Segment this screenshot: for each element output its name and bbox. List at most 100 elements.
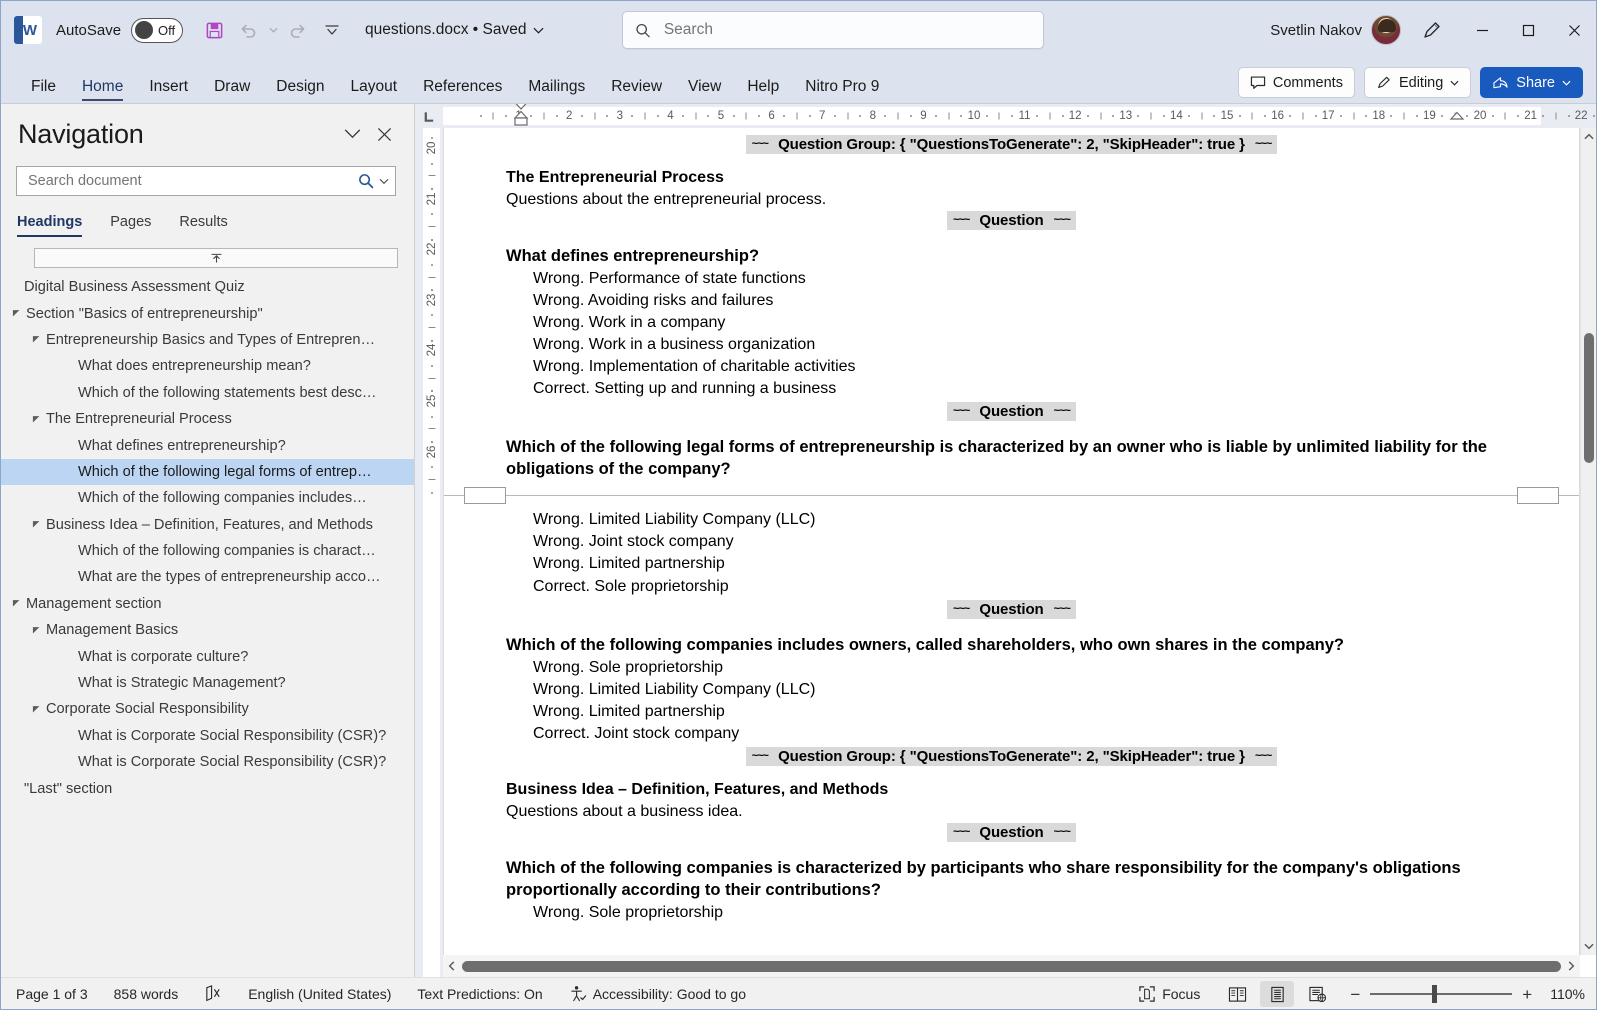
undo-button[interactable]	[231, 13, 265, 47]
print-layout-button[interactable]	[1260, 981, 1295, 1007]
question-text[interactable]: Which of the following companies is char…	[506, 858, 1517, 902]
nav-heading-item[interactable]: Section "Basics of entrepreneurship"	[0, 300, 414, 326]
document-page[interactable]: ~~~ Question Group: { "QuestionsToGenera…	[443, 128, 1580, 977]
expand-triangle-icon[interactable]	[12, 599, 21, 608]
answer-option[interactable]: Wrong. Sole proprietorship	[533, 657, 1517, 679]
group-heading[interactable]: Business Idea – Definition, Features, an…	[506, 781, 1517, 799]
right-indent-marker[interactable]	[1449, 111, 1465, 123]
tab-file[interactable]: File	[18, 78, 69, 104]
zoom-out-button[interactable]: −	[1350, 986, 1360, 1003]
tab-insert[interactable]: Insert	[136, 78, 201, 104]
expand-triangle-icon[interactable]	[32, 335, 41, 344]
nav-heading-item[interactable]: Management section	[0, 591, 414, 617]
navigation-search-input[interactable]	[26, 172, 358, 190]
nav-heading-item[interactable]: "Last" section	[0, 775, 414, 801]
tab-draw[interactable]: Draw	[201, 78, 263, 104]
navigation-scroll-up-box[interactable]	[34, 248, 398, 268]
horizontal-scrollbar[interactable]	[443, 955, 1580, 977]
question-marker[interactable]: ~~~ Question Group: { "QuestionsToGenera…	[506, 133, 1517, 156]
group-description[interactable]: Questions about a business idea.	[506, 803, 1517, 821]
ruler-track[interactable]: 1234567891011121314151617181920212223242…	[443, 104, 1595, 128]
nav-heading-item[interactable]: What does entrepreneurship mean?	[0, 353, 414, 379]
question-marker[interactable]: ~~~ Question ~~~	[506, 598, 1517, 621]
expand-triangle-icon[interactable]	[32, 705, 41, 714]
document-title[interactable]: questions.docx • Saved	[365, 21, 544, 39]
expand-collapse-toggle[interactable]	[8, 599, 24, 608]
scroll-left-arrow[interactable]	[443, 955, 460, 977]
horizontal-scrollbar-thumb[interactable]	[462, 960, 1561, 972]
tab-design[interactable]: Design	[263, 78, 337, 104]
answer-option[interactable]: Correct. Setting up and running a busine…	[533, 378, 1517, 400]
search-box[interactable]	[622, 11, 1044, 49]
proofing-status[interactable]	[204, 985, 222, 1003]
group-heading[interactable]: The Entrepreneurial Process	[506, 169, 1517, 187]
search-options-chevron-icon[interactable]	[379, 178, 389, 185]
answer-option[interactable]: Wrong. Joint stock company	[533, 531, 1517, 553]
tab-review[interactable]: Review	[598, 78, 675, 104]
question-marker[interactable]: ~~~ Question ~~~	[506, 400, 1517, 423]
answer-option[interactable]: Correct. Sole proprietorship	[533, 576, 1517, 598]
account-name[interactable]: Svetlin Nakov	[1270, 22, 1362, 39]
nav-heading-item[interactable]: Management Basics	[0, 617, 414, 643]
comments-button[interactable]: Comments	[1237, 67, 1355, 98]
nav-heading-item[interactable]: What is Corporate Social Responsibility …	[0, 749, 414, 775]
expand-collapse-toggle[interactable]	[28, 415, 44, 424]
document-text-content[interactable]: ~~~ Question Group: { "QuestionsToGenera…	[444, 128, 1579, 924]
first-line-indent-marker[interactable]	[513, 104, 529, 128]
read-mode-button[interactable]	[1220, 981, 1254, 1007]
nav-heading-item[interactable]: Which of the following companies include…	[0, 485, 414, 511]
answer-option[interactable]: Wrong. Work in a business organization	[533, 334, 1517, 356]
customize-quick-access-toolbar-button[interactable]	[315, 13, 349, 47]
word-count[interactable]: 858 words	[114, 986, 179, 1002]
document-scroll-viewport[interactable]: ~~~ Question Group: { "QuestionsToGenera…	[443, 128, 1597, 977]
answer-option[interactable]: Wrong. Avoiding risks and failures	[533, 290, 1517, 312]
zoom-level-label[interactable]: 110%	[1550, 986, 1585, 1002]
close-button[interactable]	[1551, 0, 1597, 60]
expand-triangle-icon[interactable]	[32, 520, 41, 529]
zoom-slider-knob[interactable]	[1432, 985, 1438, 1003]
tab-layout[interactable]: Layout	[338, 78, 411, 104]
nav-tab-pages[interactable]: Pages	[110, 214, 151, 237]
nav-heading-item[interactable]: What is Corporate Social Responsibility …	[0, 723, 414, 749]
minimize-button[interactable]	[1459, 0, 1505, 60]
focus-mode-button[interactable]: Focus	[1138, 985, 1200, 1003]
nav-heading-item[interactable]: What is corporate culture?	[0, 643, 414, 669]
expand-triangle-icon[interactable]	[32, 415, 41, 424]
vertical-scrollbar-thumb[interactable]	[1584, 333, 1594, 463]
nav-heading-item[interactable]: What is Strategic Management?	[0, 670, 414, 696]
autosave-toggle[interactable]: Off	[131, 17, 184, 43]
nav-heading-item[interactable]: Entrepreneurship Basics and Types of Ent…	[0, 327, 414, 353]
nav-heading-item[interactable]: Digital Business Assessment Quiz	[0, 274, 414, 300]
avatar[interactable]	[1371, 15, 1401, 45]
answer-option[interactable]: Wrong. Limited Liability Company (LLC)	[533, 509, 1517, 531]
search-icon[interactable]	[358, 173, 374, 189]
horizontal-ruler[interactable]: 1234567891011121314151617181920212223242…	[415, 104, 1597, 128]
answer-option[interactable]: Wrong. Limited Liability Company (LLC)	[533, 679, 1517, 701]
question-text[interactable]: Which of the following companies include…	[506, 635, 1517, 657]
search-input[interactable]	[661, 20, 1031, 40]
save-button[interactable]	[197, 13, 231, 47]
answer-option[interactable]: Correct. Joint stock company	[533, 723, 1517, 745]
nav-tab-results[interactable]: Results	[179, 214, 227, 237]
vertical-scrollbar[interactable]	[1580, 128, 1597, 955]
nav-heading-item[interactable]: Which of the following legal forms of en…	[0, 458, 414, 486]
tab-help[interactable]: Help	[734, 78, 792, 104]
question-marker[interactable]: ~~~ Question ~~~	[506, 209, 1517, 232]
tab-home[interactable]: Home	[69, 78, 136, 104]
nav-heading-item[interactable]: Which of the following companies is char…	[0, 538, 414, 564]
nav-heading-item[interactable]: The Entrepreneurial Process	[0, 406, 414, 432]
share-button[interactable]: Share	[1480, 67, 1583, 98]
navigation-headings-list[interactable]: Digital Business Assessment Quiz Section …	[0, 274, 414, 977]
scroll-right-arrow[interactable]	[1563, 955, 1580, 977]
navigation-collapse-button[interactable]	[336, 118, 368, 150]
text-predictions-indicator[interactable]: Text Predictions: On	[417, 986, 542, 1002]
zoom-slider-track[interactable]	[1370, 985, 1513, 1003]
answer-option[interactable]: Wrong. Limited partnership	[533, 553, 1517, 575]
expand-triangle-icon[interactable]	[12, 309, 21, 318]
answer-option[interactable]: Wrong. Sole proprietorship	[533, 902, 1517, 924]
vertical-ruler[interactable]: 20 21 22 23 24 25 26	[415, 128, 443, 977]
navigation-search-box[interactable]	[16, 166, 396, 196]
nav-heading-item[interactable]: Which of the following statements best d…	[0, 380, 414, 406]
editing-mode-button[interactable]: Editing	[1363, 67, 1472, 98]
question-marker[interactable]: ~~~ Question ~~~	[506, 821, 1517, 844]
